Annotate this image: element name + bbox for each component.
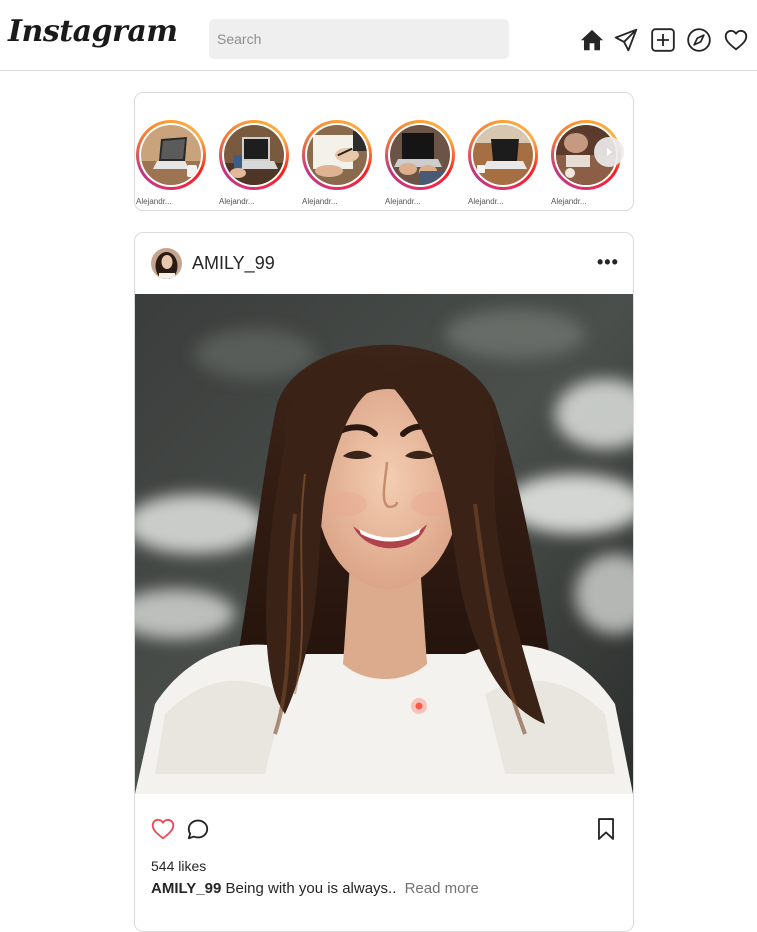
story-ring <box>302 120 372 190</box>
home-icon[interactable] <box>579 27 605 53</box>
story-username: Alejandr... <box>302 197 338 206</box>
likes-count[interactable]: 544 likes <box>151 858 206 874</box>
story-item[interactable]: Alejandr... <box>302 120 372 206</box>
portrait-photo <box>135 294 633 794</box>
instagram-logo[interactable]: Instagram <box>8 14 178 49</box>
story-username: Alejandr... <box>219 197 255 206</box>
story-ring <box>136 120 206 190</box>
story-ring <box>468 120 538 190</box>
post-author-username[interactable]: AMILY_99 <box>192 253 275 274</box>
story-thumbnail <box>390 125 450 185</box>
caption-username[interactable]: AMILY_99 <box>151 880 221 897</box>
story-item[interactable]: Alejandr... <box>219 120 289 206</box>
post-caption: AMILY_99 Being with you is always.. Read… <box>151 880 479 897</box>
story-ring <box>385 120 455 190</box>
more-options-icon[interactable]: ••• <box>597 253 619 271</box>
story-item[interactable]: Alejandr... <box>385 120 455 206</box>
new-post-icon[interactable] <box>650 27 676 53</box>
story-thumbnail <box>224 125 284 185</box>
caption-text: Being with you is always.. <box>225 880 397 897</box>
story-thumbnail <box>473 125 533 185</box>
read-more-link[interactable]: Read more <box>405 880 479 897</box>
story-thumbnail <box>307 125 367 185</box>
post-photo[interactable] <box>135 294 633 794</box>
story-username: Alejandr... <box>468 197 504 206</box>
like-heart-icon[interactable] <box>150 816 176 842</box>
story-thumbnail <box>141 125 201 185</box>
send-icon[interactable] <box>613 27 639 53</box>
explore-icon[interactable] <box>686 27 712 53</box>
activity-heart-icon[interactable] <box>723 27 749 53</box>
post-author-avatar[interactable] <box>151 248 182 279</box>
story-username: Alejandr... <box>551 197 587 206</box>
story-item[interactable]: Alejandr... <box>136 120 206 206</box>
story-username: Alejandr... <box>136 197 172 206</box>
comment-icon[interactable] <box>185 816 211 842</box>
search-input[interactable] <box>209 19 509 59</box>
story-ring <box>219 120 289 190</box>
feed-post: AMILY_99 ••• 544 likes AMILY_99 Being wi… <box>134 232 634 932</box>
bookmark-icon[interactable] <box>593 816 619 842</box>
stories-tray: Alejandr... Alejandr... Alejandr... Alej… <box>134 92 634 211</box>
story-item[interactable]: Alejandr... <box>468 120 538 206</box>
top-navbar: Instagram <box>0 0 757 71</box>
chevron-right-icon[interactable] <box>594 137 624 167</box>
story-username: Alejandr... <box>385 197 421 206</box>
